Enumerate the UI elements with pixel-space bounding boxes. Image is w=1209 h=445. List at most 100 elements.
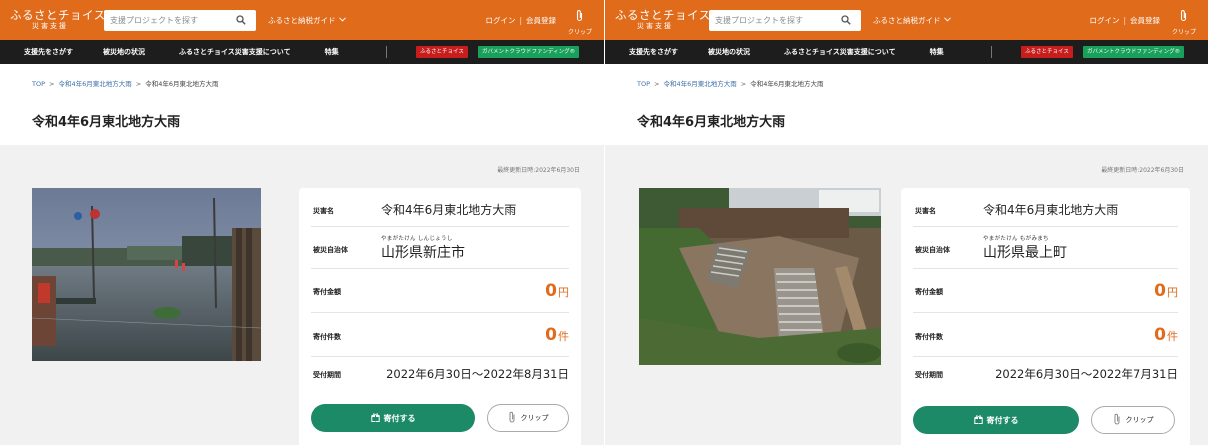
municipality-label: 被災自治体: [313, 246, 348, 254]
info-row-period: 受付期間 2022年6月30日〜2022年8月31日: [311, 357, 569, 395]
auth-separator: |: [519, 16, 522, 25]
donate-button[interactable]: 寄付する: [913, 406, 1079, 434]
breadcrumb: TOP > 令和4年6月東北地方大雨 > 令和4年6月東北地方大雨: [637, 78, 823, 88]
breadcrumb-parent[interactable]: 令和4年6月東北地方大雨: [663, 80, 736, 88]
municipality-ruby: やまがたけん しんじょうし: [381, 236, 453, 242]
breadcrumb-separator: >: [49, 80, 55, 88]
nav-item-features[interactable]: 特集: [930, 47, 944, 57]
info-row-period: 受付期間 2022年6月30日〜2022年7月31日: [913, 357, 1178, 395]
nav-divider: [991, 46, 992, 58]
municipality-value[interactable]: 山形県最上町: [983, 242, 1067, 262]
logo-subtitle: 災害支援: [32, 22, 68, 31]
municipality-value[interactable]: 山形県新庄市: [381, 242, 465, 262]
badge-furusato-choice[interactable]: ふるさとチョイス: [416, 46, 468, 58]
paperclip-icon: [1179, 7, 1188, 26]
breadcrumb-top[interactable]: TOP: [637, 80, 650, 88]
clip-button[interactable]: クリップ: [1091, 406, 1175, 434]
page-title: 令和4年6月東北地方大雨: [637, 115, 786, 130]
gift-icon: [370, 412, 380, 424]
page-panel-right: ふるさとチョイス 災害支援 ふるさと納税ガイド ログイン | 会員登録: [604, 0, 1208, 445]
header-clip-label: クリップ: [567, 29, 592, 36]
info-row-amount: 寄付金額 0円: [913, 269, 1178, 313]
login-link[interactable]: ログイン: [1089, 16, 1119, 25]
page-heading-area: TOP > 令和4年6月東北地方大雨 > 令和4年6月東北地方大雨 令和4年6月東北地方…: [605, 64, 1208, 145]
project-info-card: 災害名 令和4年6月東北地方大雨 被災自治体 やまがたけん しんじょうし 山形県…: [299, 188, 581, 445]
global-nav: 支援先をさがす 被災地の状況 ふるさとチョイス災害支援について 特集 ふるさとチ…: [605, 40, 1208, 64]
breadcrumb-separator: >: [654, 80, 660, 88]
period-value: 2022年6月30日〜2022年7月31日: [995, 367, 1178, 381]
badge-furusato-choice[interactable]: ふるさとチョイス: [1021, 46, 1073, 58]
register-link[interactable]: 会員登録: [1130, 16, 1160, 25]
donate-button[interactable]: 寄付する: [311, 404, 475, 432]
last-updated: 最終更新日時:2022年6月30日: [497, 167, 580, 174]
disaster-label: 災害名: [915, 207, 936, 215]
breadcrumb-top[interactable]: TOP: [32, 80, 45, 88]
nav-item-about[interactable]: ふるさとチョイス災害支援について: [784, 47, 896, 57]
clip-button[interactable]: クリップ: [487, 404, 569, 432]
login-link[interactable]: ログイン: [485, 16, 515, 25]
nav-item-status[interactable]: 被災地の状況: [708, 47, 750, 57]
logo-subtitle: 災害支援: [637, 22, 673, 31]
guide-menu[interactable]: ふるさと納税ガイド: [268, 15, 346, 26]
gift-icon: [973, 414, 983, 426]
page-title: 令和4年6月東北地方大雨: [32, 115, 181, 130]
count-label: 寄付件数: [313, 333, 341, 341]
search-input[interactable]: [715, 15, 840, 25]
auth-links: ログイン | 会員登録: [1089, 15, 1160, 26]
amount-unit: 円: [1167, 286, 1178, 299]
disaster-value: 令和4年6月東北地方大雨: [983, 203, 1119, 217]
logo-title: ふるさとチョイス: [10, 7, 106, 22]
period-label: 受付期間: [313, 371, 341, 379]
search-box: [104, 9, 256, 31]
disaster-label: 災害名: [313, 207, 334, 215]
info-row-disaster: 災害名 令和4年6月東北地方大雨: [913, 188, 1178, 227]
site-header: ふるさとチョイス 災害支援 ふるさと納税ガイド ログイン | 会員登録: [605, 0, 1208, 40]
paperclip-icon: [1113, 413, 1121, 427]
info-row-municipality: 被災自治体 やまがたけん しんじょうし 山形県新庄市: [311, 227, 569, 269]
badge-gcf[interactable]: ガバメントクラウドファンディング®: [478, 46, 580, 58]
last-updated: 最終更新日時:2022年6月30日: [1101, 167, 1184, 174]
project-info-card: 災害名 令和4年6月東北地方大雨 被災自治体 やまがたけん もがみまち 山形県最…: [901, 188, 1190, 445]
search-icon[interactable]: [840, 14, 852, 26]
info-row-count: 寄付件数 0件: [311, 313, 569, 357]
screenshot: ふるさとチョイス 災害支援 ふるさと納税ガイド ログイン | 会員登録: [0, 0, 1209, 445]
nav-item-features[interactable]: 特集: [325, 47, 339, 57]
count-unit: 件: [1167, 330, 1178, 343]
nav-item-about[interactable]: ふるさとチョイス災害支援について: [179, 47, 291, 57]
count-label: 寄付件数: [915, 333, 943, 341]
site-logo[interactable]: ふるさとチョイス 災害支援: [615, 9, 710, 31]
count-display: 0件: [545, 325, 569, 345]
breadcrumb: TOP > 令和4年6月東北地方大雨 > 令和4年6月東北地方大雨: [32, 78, 218, 88]
paperclip-icon: [575, 7, 584, 26]
amount-display: 0円: [1154, 281, 1178, 301]
site-header: ふるさとチョイス 災害支援 ふるさと納税ガイド ログイン | 会員登録: [0, 0, 604, 40]
info-row-count: 寄付件数 0件: [913, 313, 1178, 357]
nav-item-find[interactable]: 支援先をさがす: [629, 47, 678, 57]
header-clip-button[interactable]: クリップ: [568, 7, 592, 36]
search-input[interactable]: [110, 15, 235, 25]
info-row-amount: 寄付金額 0円: [311, 269, 569, 313]
count-value: 0: [1154, 325, 1166, 345]
nav-item-status[interactable]: 被災地の状況: [103, 47, 145, 57]
disaster-photo-landslide: [639, 188, 881, 365]
amount-value: 0: [545, 281, 557, 301]
nav-item-find[interactable]: 支援先をさがす: [24, 47, 73, 57]
amount-value: 0: [1154, 281, 1166, 301]
guide-label: ふるさと納税ガイド: [873, 15, 941, 25]
auth-separator: |: [1123, 16, 1126, 25]
breadcrumb-parent[interactable]: 令和4年6月東北地方大雨: [58, 80, 131, 88]
header-clip-label: クリップ: [1171, 29, 1196, 36]
period-value: 2022年6月30日〜2022年8月31日: [386, 367, 569, 381]
site-logo[interactable]: ふるさとチョイス 災害支援: [10, 7, 106, 31]
nav-divider: [386, 46, 387, 58]
guide-menu[interactable]: ふるさと納税ガイド: [873, 15, 951, 26]
header-clip-button[interactable]: クリップ: [1172, 7, 1196, 36]
search-icon[interactable]: [235, 14, 247, 26]
badge-gcf[interactable]: ガバメントクラウドファンディング®: [1083, 46, 1185, 58]
page-panel-left: ふるさとチョイス 災害支援 ふるさと納税ガイド ログイン | 会員登録: [0, 0, 604, 445]
count-display: 0件: [1154, 325, 1178, 345]
register-link[interactable]: 会員登録: [526, 16, 556, 25]
clip-label: クリップ: [1125, 416, 1154, 424]
count-unit: 件: [558, 330, 569, 343]
amount-label: 寄付金額: [915, 288, 943, 296]
